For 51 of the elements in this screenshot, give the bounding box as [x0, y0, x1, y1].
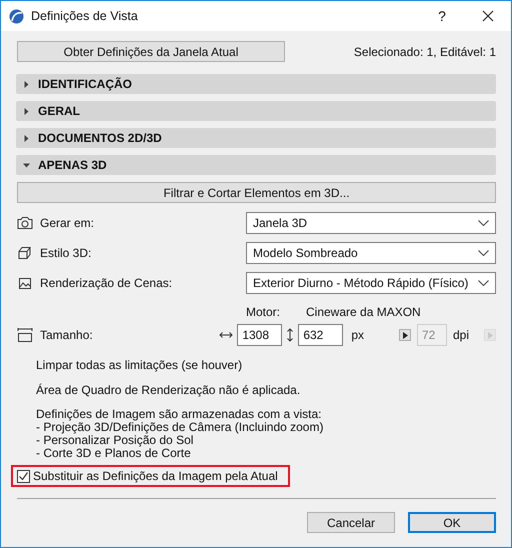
close-icon[interactable] [482, 10, 494, 22]
engine-label: Motor: [246, 305, 282, 319]
window-title: Definições de Vista [31, 9, 139, 23]
dropdown[interactable]: Exterior Diurno - Método Rápido (Físico) [246, 272, 496, 294]
dropdown[interactable]: Janela 3D [246, 212, 496, 234]
filter-elements-button[interactable]: Filtrar e Cortar Elementos em 3D... [17, 182, 496, 203]
section-header[interactable]: APENAS 3D [16, 155, 496, 175]
help-button[interactable]: ? [419, 8, 465, 24]
replace-settings-checkbox[interactable]: Substituir as Definições da Imagem pela Atual [11, 465, 290, 487]
field-label: Renderização de Cenas: [40, 276, 174, 290]
dialog-button[interactable]: OK [408, 512, 496, 533]
section-header[interactable]: DOCUMENTOS 2D/3D [16, 128, 496, 148]
field-label: Estilo 3D: [40, 246, 92, 260]
pixel-unit: px [351, 328, 364, 342]
chevron-down-icon [478, 280, 489, 286]
info-list-item: - Projeção 3D/Definições de Câmera (Incluindo zoom) [36, 421, 324, 434]
info-list-item: - Corte 3D e Planos de Corte [36, 447, 192, 460]
width-field[interactable]: 1308 [237, 324, 282, 346]
chevron-down-icon [478, 250, 489, 256]
size-label: Tamanho: [40, 328, 94, 342]
checkbox[interactable] [17, 470, 30, 482]
info-text: Área de Quadro de Renderização não é aplicada. [36, 383, 302, 397]
dialog-button[interactable]: Cancelar [307, 512, 395, 533]
dropdown[interactable]: Modelo Sombreado [246, 242, 496, 264]
app-logo-icon [9, 8, 24, 24]
play-triangle-icon [488, 332, 492, 338]
expand-triangle-icon [23, 134, 30, 142]
vertical-arrow-icon [286, 328, 294, 342]
resolution-toggle[interactable] [399, 329, 411, 341]
check-icon [18, 470, 29, 482]
section-header[interactable]: GERAL [16, 101, 496, 121]
picture-icon [17, 276, 33, 290]
chevron-down-icon [478, 220, 489, 226]
info-text: Limpar todas as limitações (se houver) [36, 358, 244, 372]
field-label: Gerar em: [40, 216, 96, 230]
selection-info: Selecionado: 1, Editável: 1 [354, 44, 496, 58]
dpi-unit: dpi [453, 328, 470, 342]
height-field[interactable]: 632 [298, 324, 344, 346]
horizontal-arrow-icon [219, 331, 234, 339]
cube-icon [17, 246, 33, 260]
expand-triangle-icon [23, 108, 30, 114]
section-header[interactable]: IDENTIFICAÇÃO [16, 74, 496, 94]
expand-triangle-icon [23, 80, 30, 88]
collapse-triangle-icon [23, 162, 30, 168]
info-list-item: - Personalizar Posição do Sol [36, 434, 194, 447]
play-triangle-icon [402, 332, 408, 338]
get-settings-button[interactable]: Obter Definições da Janela Atual [17, 41, 285, 62]
size-icon [17, 328, 33, 342]
info-heading: Definições de Imagem são armazenadas com a vista: [36, 408, 322, 421]
camera-icon [17, 216, 33, 230]
engine-value: Cineware da MAXON [306, 305, 421, 319]
